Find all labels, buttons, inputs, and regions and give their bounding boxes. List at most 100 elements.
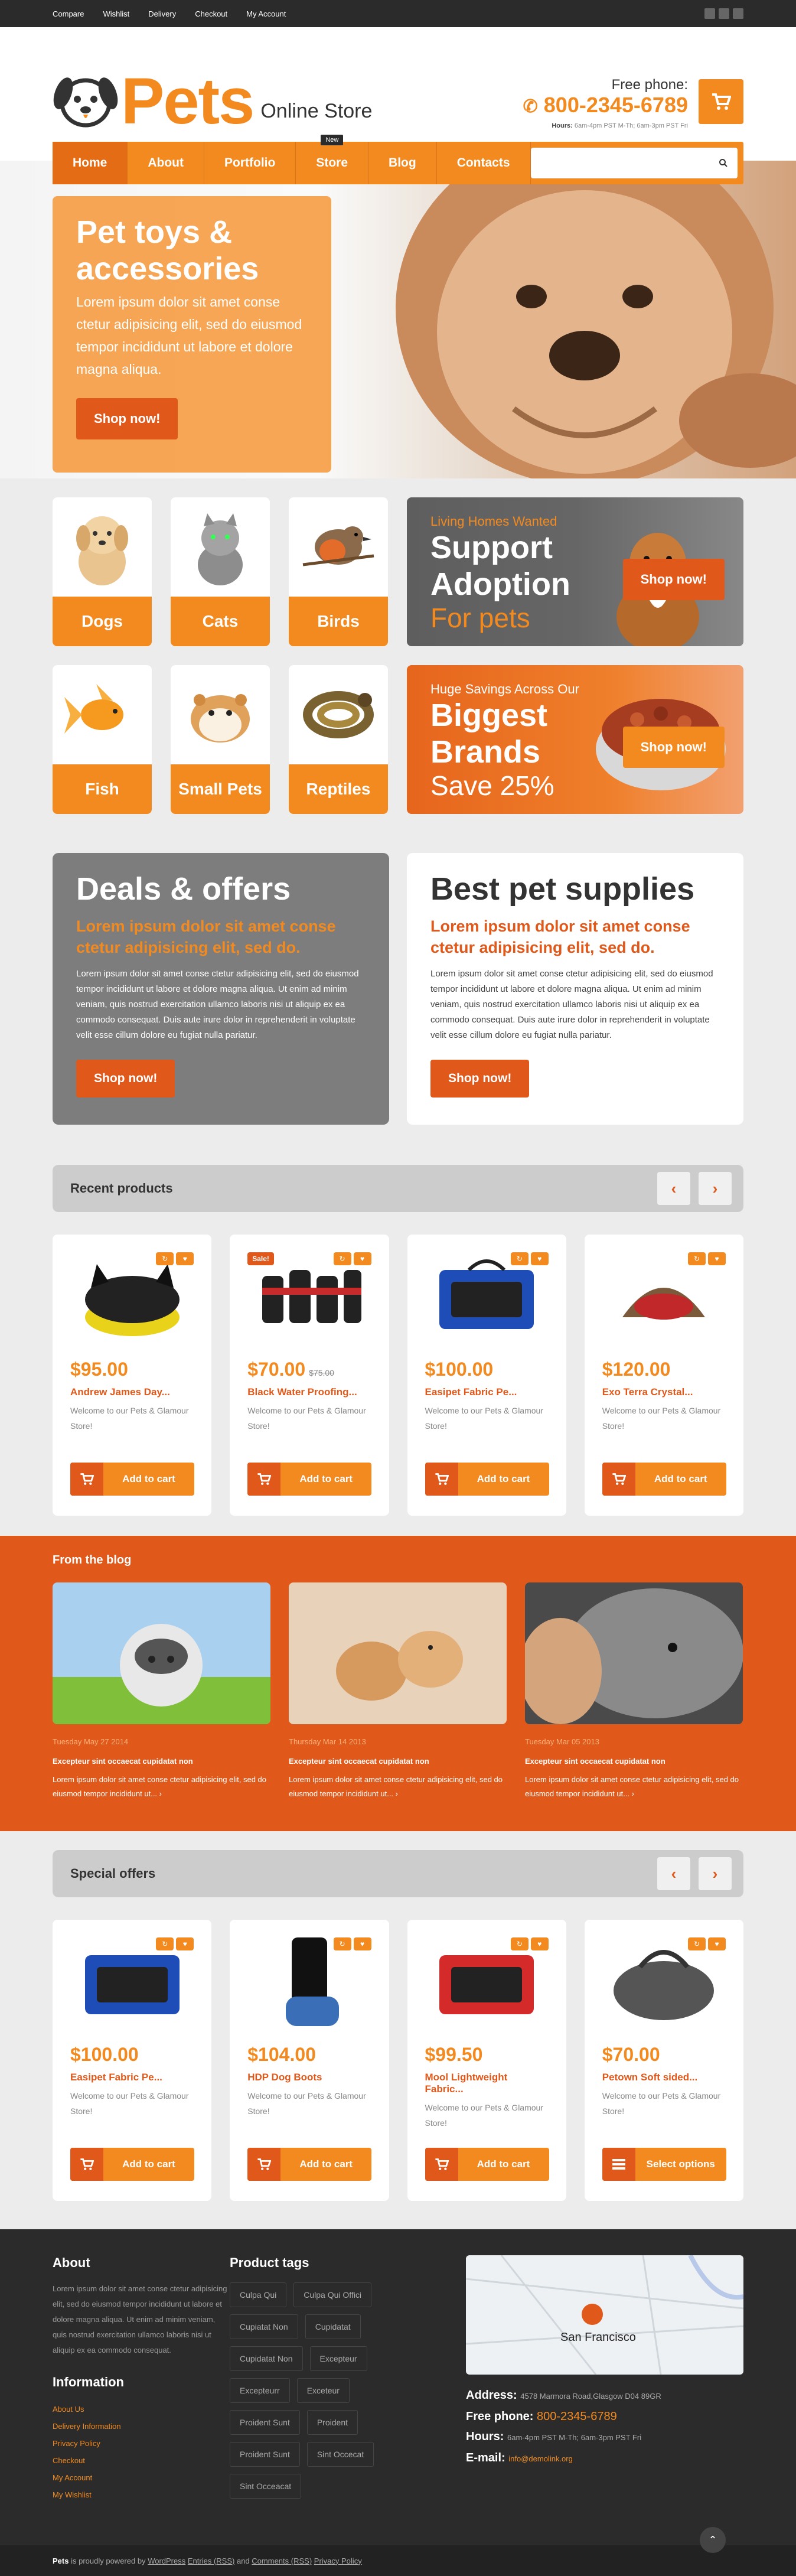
brands-shop-button[interactable]: Shop now!	[622, 727, 725, 768]
compare-icon[interactable]: ↻	[510, 1252, 529, 1265]
read-more-arrow-icon[interactable]: ›	[396, 1789, 398, 1798]
logo[interactable]: Pets Online Store	[53, 69, 372, 134]
footer-phone-number[interactable]: 800-2345-6789	[537, 2410, 617, 2423]
entries-rss-link[interactable]: Entries (RSS)	[188, 2557, 234, 2565]
category-dogs[interactable]: Dogs	[53, 497, 152, 646]
add-to-cart-button[interactable]: Add to cart	[70, 1463, 194, 1496]
product-name[interactable]: Exo Terra Crystal...	[602, 1386, 726, 1398]
read-more-arrow-icon[interactable]: ›	[159, 1789, 162, 1798]
add-to-cart-button[interactable]: Add to cart	[247, 2148, 372, 2181]
product-name[interactable]: Easipet Fabric Pe...	[425, 1386, 549, 1398]
prev-arrow-icon[interactable]: ‹	[657, 1857, 690, 1890]
read-more-arrow-icon[interactable]: ›	[632, 1789, 634, 1798]
promo-brands[interactable]: Huge Savings Across Our Biggest Brands S…	[407, 665, 743, 814]
tag[interactable]: Excepteur	[309, 2346, 367, 2371]
select-options-button[interactable]: Select options	[602, 2148, 726, 2181]
product-card[interactable]: ↻ ♥ $120.00 Exo Terra Crystal... Welcome …	[584, 1235, 743, 1516]
wishlist-heart-icon[interactable]: ♥	[530, 1252, 549, 1265]
location-map[interactable]: San Francisco	[466, 2255, 743, 2375]
wishlist-link[interactable]: Wishlist	[103, 9, 129, 18]
product-card[interactable]: Sale! ↻ ♥ $70.00 $75.00 Black Water Proofi…	[230, 1235, 389, 1516]
product-name[interactable]: Mool Lightweight Fabric...	[425, 2072, 549, 2095]
footer-link[interactable]: Delivery Information	[53, 2418, 230, 2435]
product-name[interactable]: Easipet Fabric Pe...	[70, 2072, 194, 2083]
product-card[interactable]: ↻ ♥ $100.00 Easipet Fabric Pe... Welcome …	[407, 1235, 566, 1516]
facebook-icon[interactable]	[704, 8, 715, 19]
post-title[interactable]: Excepteur sint occaecat cupidatat non	[53, 1757, 270, 1766]
privacy-policy-link[interactable]: Privacy Policy	[314, 2557, 362, 2565]
nav-portfolio[interactable]: Portfolio	[204, 142, 296, 184]
wishlist-heart-icon[interactable]: ♥	[353, 1937, 371, 1950]
tag[interactable]: Culpa Qui	[230, 2282, 287, 2307]
footer-link[interactable]: Checkout	[53, 2452, 230, 2469]
category-birds[interactable]: Birds	[289, 497, 388, 646]
prev-arrow-icon[interactable]: ‹	[657, 1172, 690, 1205]
nav-contacts[interactable]: Contacts	[437, 142, 531, 184]
wishlist-heart-icon[interactable]: ♥	[176, 1937, 194, 1950]
compare-icon[interactable]: ↻	[688, 1937, 706, 1950]
wordpress-link[interactable]: WordPress	[148, 2557, 185, 2565]
product-card[interactable]: ↻ ♥ $70.00 Petown Soft sided... Welcome t…	[584, 1920, 743, 2201]
add-to-cart-button[interactable]: Add to cart	[602, 1463, 726, 1496]
product-name[interactable]: Andrew James Day...	[70, 1386, 194, 1398]
footer-link[interactable]: My Account	[53, 2469, 230, 2486]
footer-link[interactable]: Privacy Policy	[53, 2435, 230, 2452]
tag[interactable]: Sint Occeacat	[230, 2474, 302, 2499]
hero-shop-button[interactable]: Shop now!	[76, 398, 178, 439]
product-card[interactable]: ↻ ♥ $95.00 Andrew James Day... Welcome to…	[53, 1235, 212, 1516]
next-arrow-icon[interactable]: ›	[699, 1172, 732, 1205]
next-arrow-icon[interactable]: ›	[699, 1857, 732, 1890]
tag[interactable]: Sint Occecat	[306, 2442, 374, 2467]
compare-icon[interactable]: ↻	[156, 1252, 174, 1265]
compare-icon[interactable]: ↻	[510, 1937, 529, 1950]
my-account-link[interactable]: My Account	[246, 9, 286, 18]
search-icon[interactable]	[719, 158, 728, 168]
tag[interactable]: Excepteurr	[230, 2378, 290, 2403]
post-title[interactable]: Excepteur sint occaecat cupidatat non	[289, 1757, 507, 1766]
compare-icon[interactable]: ↻	[333, 1252, 351, 1265]
comments-rss-link[interactable]: Comments (RSS)	[252, 2557, 312, 2565]
wishlist-heart-icon[interactable]: ♥	[530, 1937, 549, 1950]
nav-about[interactable]: About	[128, 142, 205, 184]
footer-link[interactable]: About Us	[53, 2401, 230, 2418]
email-link[interactable]: info@demolink.org	[508, 2454, 573, 2463]
compare-icon[interactable]: ↻	[688, 1252, 706, 1265]
category-cats[interactable]: Cats	[171, 497, 270, 646]
tag[interactable]: Proident Sunt	[230, 2442, 300, 2467]
wishlist-heart-icon[interactable]: ♥	[708, 1252, 726, 1265]
promo-adoption[interactable]: Living Homes Wanted Support Adoption For…	[407, 497, 743, 646]
blog-post[interactable]: Tuesday Mar 05 2013 Excepteur sint occae…	[525, 1582, 743, 1801]
add-to-cart-button[interactable]: Add to cart	[70, 2148, 194, 2181]
category-fish[interactable]: Fish	[53, 665, 152, 814]
tag[interactable]: Proident	[306, 2410, 358, 2435]
post-title[interactable]: Excepteur sint occaecat cupidatat non	[525, 1757, 743, 1766]
nav-home[interactable]: Home	[53, 142, 128, 184]
product-card[interactable]: ↻ ♥ $100.00 Easipet Fabric Pe... Welcome …	[53, 1920, 212, 2201]
cart-button[interactable]	[699, 79, 743, 124]
product-card[interactable]: ↻ ♥ $99.50 Mool Lightweight Fabric... Wel…	[407, 1920, 566, 2201]
tag[interactable]: Cupidatat Non	[230, 2346, 303, 2371]
footer-link[interactable]: My Wishlist	[53, 2486, 230, 2503]
tag[interactable]: Culpa Qui Offici	[293, 2282, 372, 2307]
checkout-link[interactable]: Checkout	[195, 9, 227, 18]
compare-icon[interactable]: ↻	[333, 1937, 351, 1950]
wishlist-heart-icon[interactable]: ♥	[708, 1937, 726, 1950]
search-input[interactable]	[530, 148, 738, 178]
tag[interactable]: Cupidatat	[305, 2314, 361, 2339]
delivery-link[interactable]: Delivery	[148, 9, 176, 18]
back-to-top-button[interactable]: ⌃	[700, 2527, 726, 2553]
add-to-cart-button[interactable]: Add to cart	[425, 2148, 549, 2181]
tag[interactable]: Cupiatat Non	[230, 2314, 298, 2339]
wishlist-heart-icon[interactable]: ♥	[353, 1252, 371, 1265]
product-name[interactable]: Petown Soft sided...	[602, 2072, 726, 2083]
instagram-icon[interactable]	[733, 8, 743, 19]
product-name[interactable]: Black Water Proofing...	[247, 1386, 371, 1398]
tag[interactable]: Exceteur	[296, 2378, 350, 2403]
wishlist-heart-icon[interactable]: ♥	[176, 1252, 194, 1265]
compare-link[interactable]: Compare	[53, 9, 84, 18]
blog-post[interactable]: Thursday Mar 14 2013 Excepteur sint occa…	[289, 1582, 507, 1801]
tag[interactable]: Proident Sunt	[230, 2410, 300, 2435]
deals-shop-button[interactable]: Shop now!	[76, 1060, 175, 1098]
compare-icon[interactable]: ↻	[156, 1937, 174, 1950]
product-name[interactable]: HDP Dog Boots	[247, 2072, 371, 2083]
